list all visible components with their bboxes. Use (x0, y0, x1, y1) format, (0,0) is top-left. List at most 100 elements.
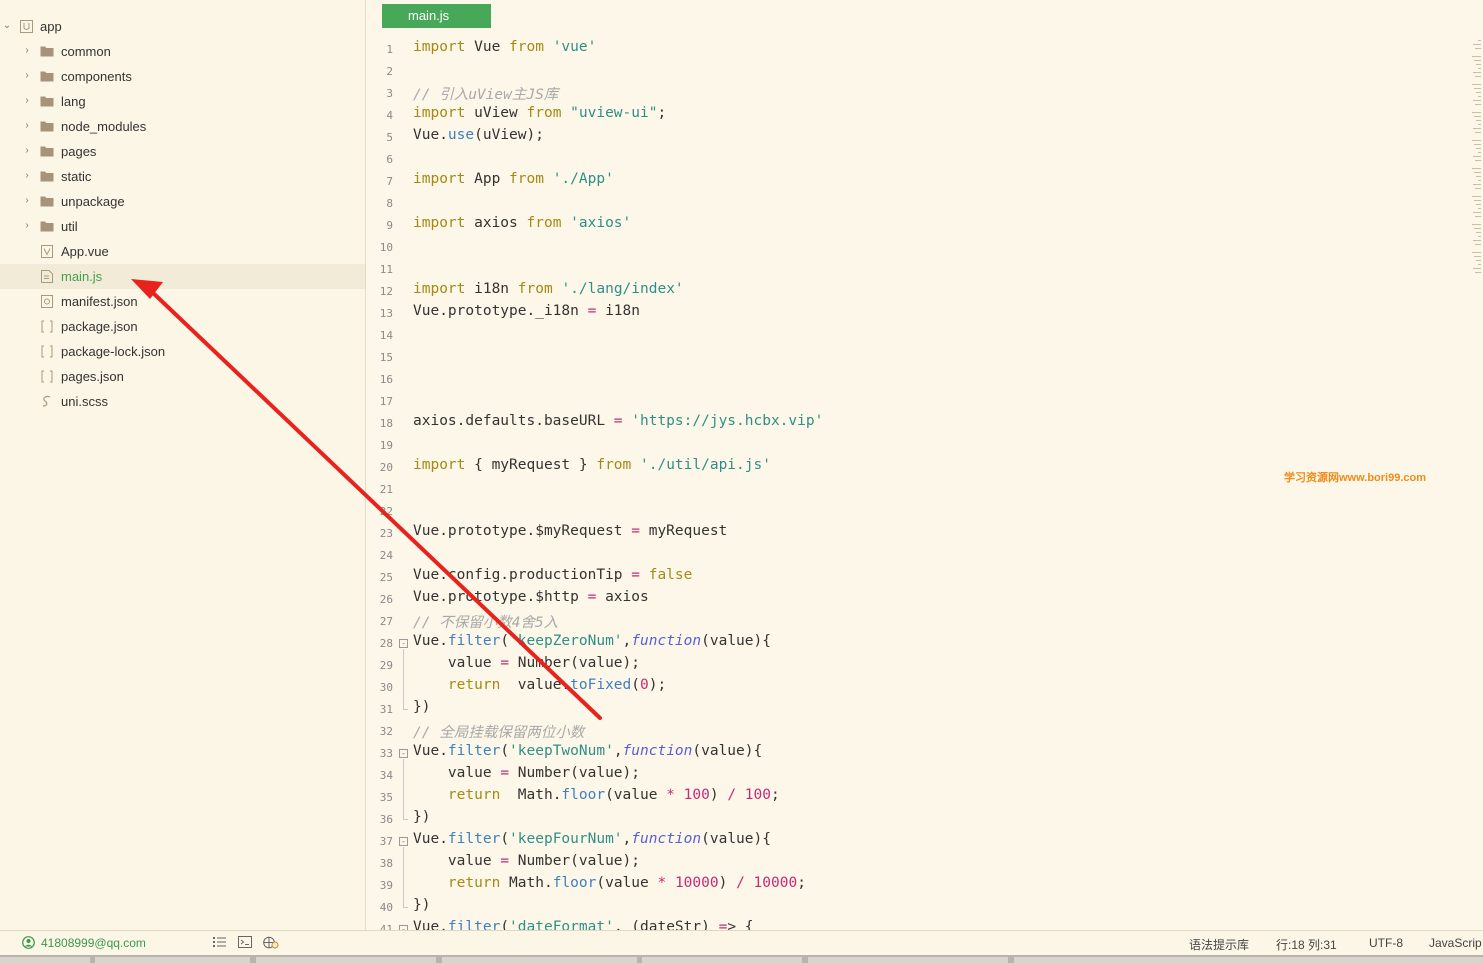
code-line[interactable]: return value.toFixed(0); (413, 677, 666, 693)
code-line[interactable]: // 引入uView主JS库 (413, 83, 558, 104)
code-line[interactable]: }) (413, 699, 430, 715)
line-number: 32 (379, 725, 393, 738)
minimap-line (1472, 84, 1481, 85)
code-line[interactable]: value = Number(value); (413, 655, 640, 671)
chevron-right-icon[interactable]: › (22, 46, 32, 56)
line-number: 9 (386, 219, 393, 232)
code-line[interactable]: // 全局挂载保留两位小数 (413, 721, 584, 742)
minimap-line (1472, 112, 1481, 113)
tree-item[interactable]: › static (0, 164, 365, 189)
code-line[interactable]: Vue.prototype.$http = axios (413, 589, 649, 605)
minimap-line (1472, 252, 1481, 253)
code-line[interactable]: value = Number(value); (413, 853, 640, 869)
minimap-line (1476, 148, 1481, 149)
code-editor[interactable]: main.js 1 import Vue from 'vue' 2 3// 引入uVi… (367, 0, 1483, 930)
chevron-right-icon[interactable]: › (22, 121, 32, 131)
tree-item[interactable]: › unpackage (0, 189, 365, 214)
folder-icon (40, 170, 54, 183)
folder-icon (40, 145, 54, 158)
code-line[interactable]: }) (413, 809, 430, 825)
code-line[interactable]: import axios from 'axios' (413, 215, 631, 231)
code-line[interactable]: // 不保留小数4舍5入 (413, 611, 558, 632)
code-line[interactable]: axios.defaults.baseURL = 'https://jys.hc… (413, 413, 823, 429)
tree-root-app[interactable]: ⌄ app (0, 14, 365, 39)
fold-toggle-icon[interactable]: - (399, 837, 408, 846)
fold-toggle-icon[interactable]: - (399, 749, 408, 758)
tree-item[interactable]: main.js (0, 264, 365, 289)
cursor-position[interactable]: 行:18 列:31 (1276, 936, 1337, 953)
tab-main-js[interactable]: main.js (382, 4, 491, 28)
minimap-line (1473, 100, 1481, 101)
line-number: 29 (379, 659, 393, 672)
tree-item[interactable]: › node_modules (0, 114, 365, 139)
code-line[interactable]: Vue.filter('dateFormat', (dateStr) => { (413, 919, 754, 930)
vue-file-icon (41, 245, 55, 258)
chevron-down-icon[interactable]: ⌄ (2, 21, 12, 31)
tree-label: pages (61, 144, 97, 159)
code-line[interactable]: import App from './App' (413, 171, 614, 187)
code-line[interactable]: Vue.prototype.$myRequest = myRequest (413, 523, 727, 539)
language-mode[interactable]: JavaScrip (1429, 936, 1482, 950)
code-line[interactable]: import i18n from './lang/index' (413, 281, 684, 297)
line-number: 33 (379, 747, 393, 760)
account-label[interactable]: 41808999@qq.com (41, 936, 146, 950)
code-line[interactable]: }) (413, 897, 430, 913)
minimap-line (1472, 56, 1481, 57)
chevron-right-icon[interactable]: › (22, 221, 32, 231)
code-line[interactable]: import Vue from 'vue' (413, 39, 596, 55)
code-line[interactable]: Vue.config.productionTip = false (413, 567, 692, 583)
tree-item[interactable]: › components (0, 64, 365, 89)
terminal-icon[interactable] (238, 936, 252, 951)
minimap-line (1474, 60, 1481, 61)
tree-item[interactable]: App.vue (0, 239, 365, 264)
minimap-line (1472, 168, 1481, 169)
line-number: 13 (379, 307, 393, 320)
line-number: 22 (379, 505, 393, 518)
code-line[interactable]: import uView from "uview-ui"; (413, 105, 666, 121)
code-line[interactable]: import { myRequest } from './util/api.js… (413, 457, 771, 473)
tree-item[interactable]: package.json (0, 314, 365, 339)
tree-item[interactable]: package-lock.json (0, 339, 365, 364)
minimap-line (1476, 120, 1481, 121)
minimap-line (1475, 244, 1481, 245)
syntax-hint-library[interactable]: 语法提示库 (1189, 936, 1249, 953)
chevron-right-icon[interactable]: › (22, 196, 32, 206)
code-line[interactable]: value = Number(value); (413, 765, 640, 781)
chevron-right-icon[interactable]: › (22, 171, 32, 181)
tree-item[interactable]: uni.scss (0, 389, 365, 414)
tree-item[interactable]: › pages (0, 139, 365, 164)
account-icon[interactable] (22, 936, 35, 952)
chevron-right-icon[interactable]: › (22, 71, 32, 81)
tree-item[interactable]: › lang (0, 89, 365, 114)
line-number: 27 (379, 615, 393, 628)
chevron-right-icon[interactable]: › (22, 96, 32, 106)
tree-item[interactable]: › common (0, 39, 365, 64)
line-number: 38 (379, 857, 393, 870)
code-line[interactable]: Vue.filter('keepFourNum',function(value)… (413, 831, 771, 847)
tree-label: App.vue (61, 244, 109, 259)
minimap-line (1475, 48, 1481, 49)
tree-item[interactable]: manifest.json (0, 289, 365, 314)
minimap-line (1478, 68, 1481, 69)
encoding-label[interactable]: UTF-8 (1369, 936, 1403, 950)
code-line[interactable]: Vue.prototype._i18n = i18n (413, 303, 640, 319)
tree-item[interactable]: › util (0, 214, 365, 239)
folder-icon (40, 95, 54, 108)
plugin-icon[interactable] (263, 936, 279, 952)
code-line[interactable]: Vue.filter('keepTwoNum',function(value){ (413, 743, 762, 759)
minimap-line (1476, 204, 1481, 205)
line-number: 41 (379, 923, 393, 930)
line-number: 15 (379, 351, 393, 364)
outline-icon[interactable] (213, 936, 226, 951)
code-line[interactable]: return Math.floor(value * 100) / 100; (413, 787, 780, 803)
minimap[interactable] (1472, 40, 1483, 280)
minimap-line (1473, 128, 1481, 129)
code-line[interactable]: Vue.filter('keepZeroNum',function(value)… (413, 633, 771, 649)
code-line[interactable]: Vue.use(uView); (413, 127, 544, 143)
tree-item[interactable]: pages.json (0, 364, 365, 389)
tree-label: manifest.json (61, 294, 138, 309)
fold-toggle-icon[interactable]: - (399, 639, 408, 648)
minimap-line (1478, 40, 1481, 41)
code-line[interactable]: return Math.floor(value * 10000) / 10000… (413, 875, 806, 891)
chevron-right-icon[interactable]: › (22, 146, 32, 156)
